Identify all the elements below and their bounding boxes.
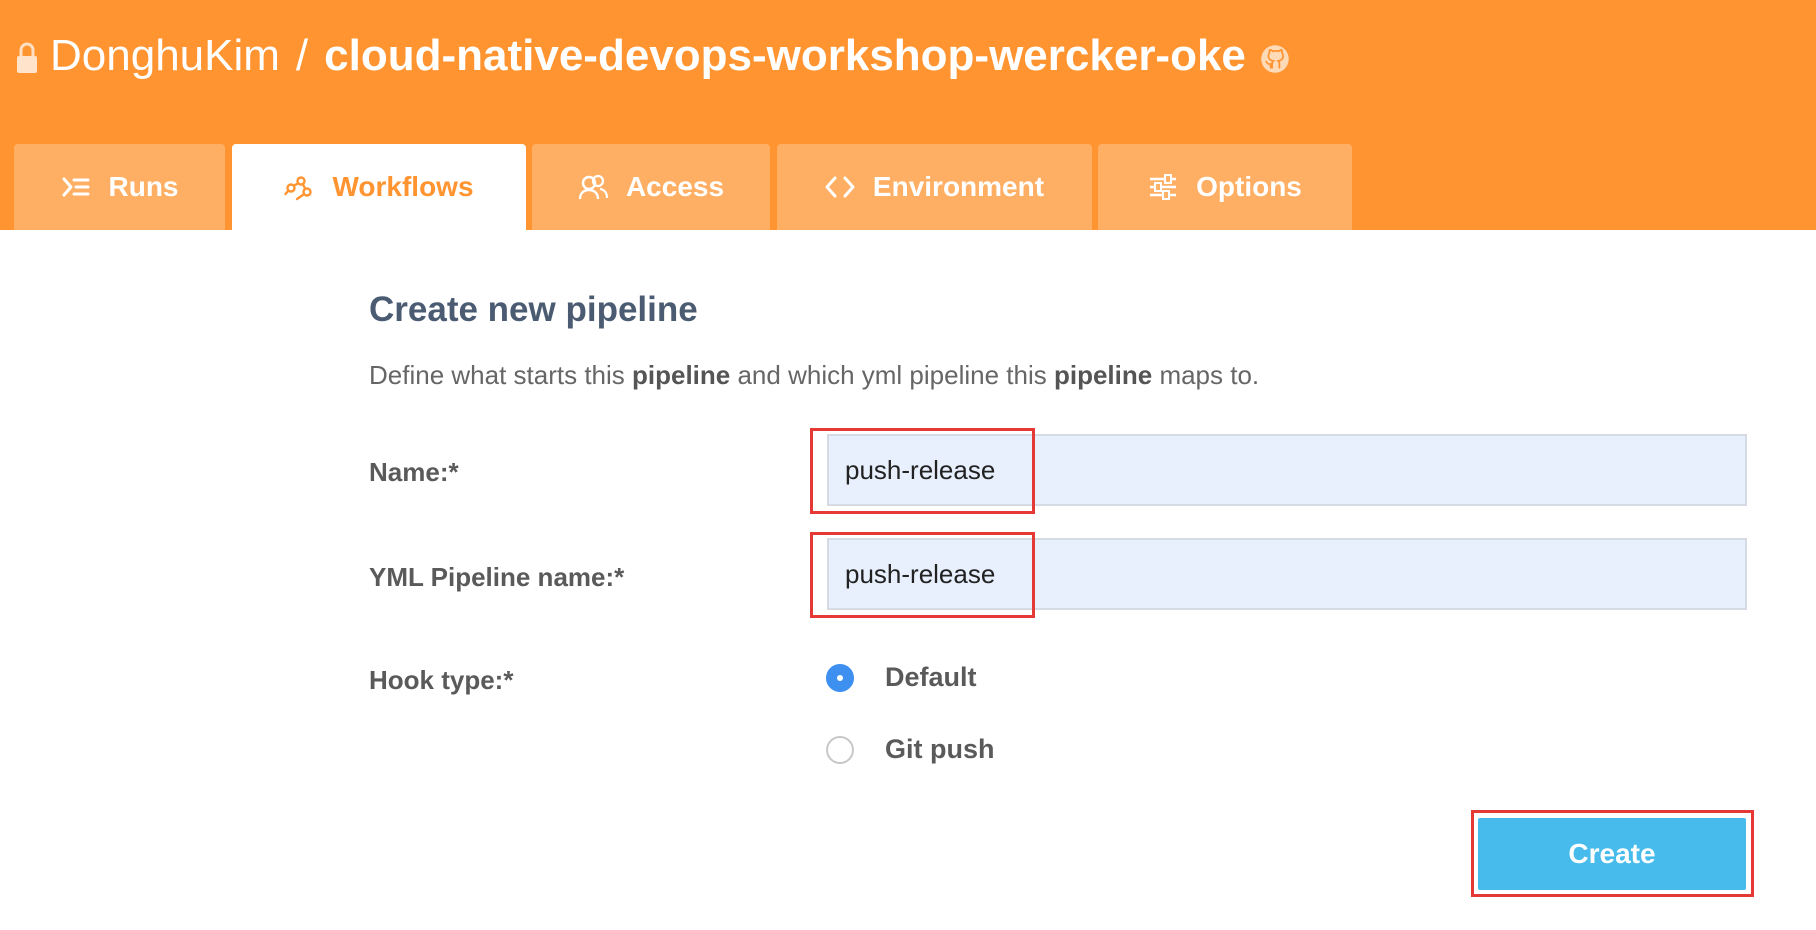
options-icon [1150,174,1177,200]
runs-icon [62,177,89,197]
workflows-icon [284,176,313,201]
github-icon[interactable] [1260,44,1290,74]
repo-name-link[interactable]: cloud-native-devops-workshop-wercker-oke [324,31,1246,81]
access-icon [578,174,608,200]
tab-label: Access [625,171,725,202]
description-bold: pipeline [632,360,731,390]
form-description: Define what starts this pipeline and whi… [369,360,1259,391]
repo-owner-link[interactable]: DonghuKim [50,31,280,81]
tab-access[interactable]: Access [532,144,770,230]
code-icon [825,176,855,198]
hook-option-default[interactable]: Default [826,662,977,693]
radio-label-default: Default [885,662,977,692]
radio-git-push[interactable] [826,735,854,764]
create-button-highlight [1471,810,1754,897]
description-text: and which yml pipeline this [730,360,1054,390]
tab-runs[interactable]: Runs [14,144,225,230]
tab-label: Runs [108,171,179,202]
path-separator: / [295,31,309,80]
tab-label: Workflows [332,171,474,202]
name-label: Name:* [369,457,459,487]
hook-type-label: Hook type:* [369,665,514,695]
page-title: Create new pipeline [369,290,698,329]
description-bold: pipeline [1053,360,1153,390]
tab-label: Options [1196,171,1302,202]
description-text: Define what starts this [369,360,632,390]
yml-input-highlight [810,532,1035,618]
tab-label: Environment [872,171,1045,202]
repo-title: DonghuKim / cloud-native-devops-workshop… [14,26,1290,86]
tab-workflows[interactable]: Workflows [232,144,526,230]
name-input-highlight [810,428,1035,514]
tab-options[interactable]: Options [1098,144,1352,230]
description-text: maps to. [1152,360,1260,390]
radio-default[interactable] [826,663,854,692]
tab-environment[interactable]: Environment [777,144,1092,230]
yml-pipeline-label: YML Pipeline name:* [369,562,625,592]
repo-header: DonghuKim / cloud-native-devops-workshop… [0,0,1816,230]
lock-icon [17,42,37,73]
hook-option-git-push[interactable]: Git push [826,734,995,765]
radio-label-git-push: Git push [885,734,995,764]
